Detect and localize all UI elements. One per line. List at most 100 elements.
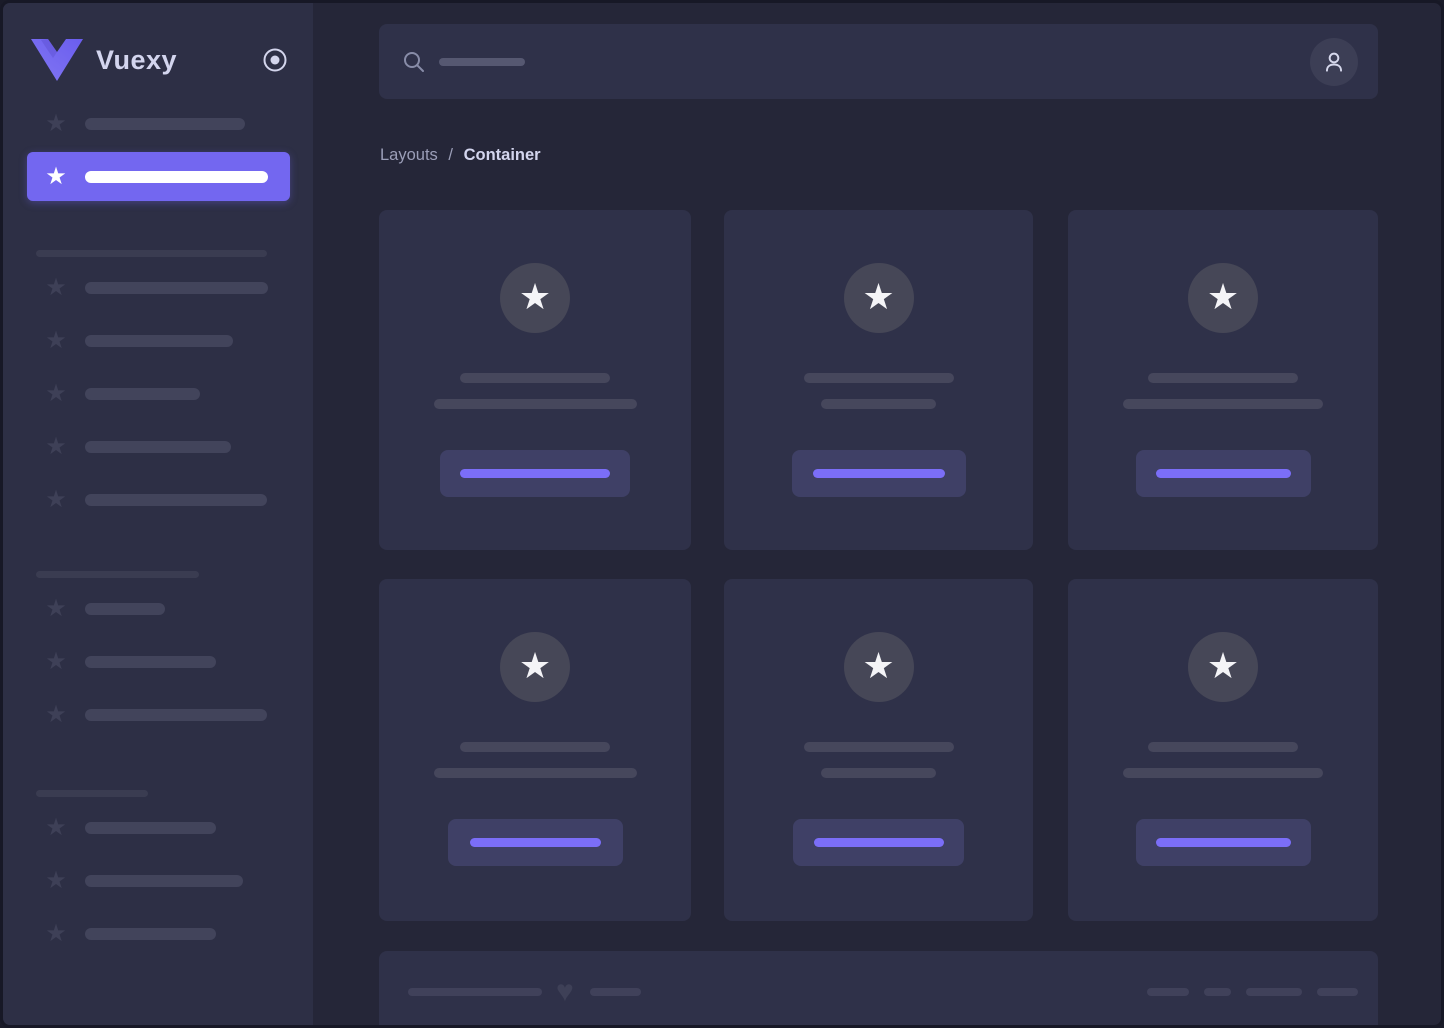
button-label-skeleton xyxy=(1155,469,1291,478)
sidebar-item[interactable]: ★ xyxy=(3,702,313,728)
star-icon: ★ xyxy=(862,644,895,686)
footer-card: ♥ xyxy=(379,951,1378,1025)
sidebar-item[interactable]: ★ xyxy=(3,649,313,675)
text-line-skeleton xyxy=(433,768,637,778)
card-action-button[interactable] xyxy=(1135,450,1311,497)
star-icon: ★ xyxy=(1206,644,1240,686)
footer-link-skeleton xyxy=(1317,988,1358,996)
avatar-circle: ★ xyxy=(1188,263,1258,333)
sidebar-item-skeleton xyxy=(85,928,216,940)
person-icon xyxy=(1325,52,1343,72)
text-line-skeleton xyxy=(1123,399,1323,409)
sidebar-item-skeleton xyxy=(85,875,243,887)
sidebar-item[interactable]: ★ xyxy=(3,275,313,301)
text-line-skeleton xyxy=(1123,768,1323,778)
breadcrumb: Layouts / Container xyxy=(380,146,541,165)
content-card: ★ xyxy=(379,579,691,921)
button-label-skeleton xyxy=(812,469,945,478)
avatar-circle: ★ xyxy=(500,632,570,702)
sidebar: Vuexy ★ ★ ★ ★ ★ ★ ★ ★ ★ ★ ★ ★ ★ xyxy=(3,3,313,1025)
heart-icon[interactable]: ♥ xyxy=(556,977,574,1007)
text-line-skeleton xyxy=(821,768,936,778)
star-icon: ★ xyxy=(518,644,552,686)
avatar-circle: ★ xyxy=(1188,632,1258,702)
sidebar-item-skeleton xyxy=(85,118,245,130)
button-label-skeleton xyxy=(469,838,601,847)
star-icon: ★ xyxy=(45,648,67,675)
content-card: ★ xyxy=(724,579,1033,921)
section-heading-skeleton xyxy=(36,790,148,797)
text-line-skeleton xyxy=(460,742,610,752)
star-icon: ★ xyxy=(862,275,895,317)
card-action-button[interactable] xyxy=(793,819,964,866)
sidebar-section: ★ ★ ★ xyxy=(3,571,313,755)
search-placeholder-skeleton xyxy=(439,57,525,66)
star-icon: ★ xyxy=(45,380,67,407)
breadcrumb-current: Container xyxy=(463,146,541,164)
content-card: ★ xyxy=(1068,210,1378,550)
breadcrumb-parent[interactable]: Layouts xyxy=(380,146,438,164)
footer-text-skeleton xyxy=(589,988,641,996)
sidebar-item[interactable]: ★ xyxy=(3,815,313,841)
footer-link-skeleton xyxy=(1246,988,1302,996)
star-icon: ★ xyxy=(45,274,67,301)
star-icon: ★ xyxy=(518,275,552,317)
avatar-circle: ★ xyxy=(843,632,914,702)
sidebar-item[interactable]: ★ xyxy=(3,868,313,894)
sidebar-item-skeleton xyxy=(85,388,200,400)
footer-link-skeleton xyxy=(1204,988,1231,996)
sidebar-item[interactable]: ★ xyxy=(3,381,313,407)
avatar-circle: ★ xyxy=(843,263,914,333)
user-avatar[interactable] xyxy=(1310,37,1358,86)
star-icon: ★ xyxy=(45,814,67,841)
text-line-skeleton xyxy=(460,373,610,383)
card-action-button[interactable] xyxy=(440,450,630,497)
menu-pin-toggle-icon[interactable] xyxy=(261,46,289,74)
content-card: ★ xyxy=(379,210,691,550)
breadcrumb-separator: / xyxy=(448,146,453,164)
sidebar-item[interactable]: ★ xyxy=(3,111,313,137)
text-line-skeleton xyxy=(803,373,954,383)
sidebar-item-skeleton xyxy=(85,170,268,183)
card-action-button[interactable] xyxy=(1135,819,1311,866)
button-label-skeleton xyxy=(813,838,944,847)
text-line-skeleton xyxy=(433,399,637,409)
sidebar-item-skeleton xyxy=(85,282,268,294)
card-action-button[interactable] xyxy=(791,450,966,497)
star-icon: ★ xyxy=(45,920,67,947)
sidebar-item[interactable]: ★ xyxy=(3,921,313,947)
star-icon: ★ xyxy=(1206,275,1240,317)
sidebar-item[interactable]: ★ xyxy=(3,434,313,460)
content-card: ★ xyxy=(1068,579,1378,921)
card-action-button[interactable] xyxy=(447,819,623,866)
star-icon: ★ xyxy=(45,595,67,622)
text-line-skeleton xyxy=(821,399,936,409)
sidebar-item[interactable]: ★ xyxy=(3,328,313,354)
text-line-skeleton xyxy=(1148,373,1298,383)
search-bar[interactable] xyxy=(379,24,1378,99)
app-window: Vuexy ★ ★ ★ ★ ★ ★ ★ ★ ★ ★ ★ ★ ★ Layouts … xyxy=(0,0,1444,1028)
button-label-skeleton xyxy=(460,469,610,478)
sidebar-item-active[interactable]: ★ xyxy=(27,152,290,201)
sidebar-item-skeleton xyxy=(85,656,216,668)
text-line-skeleton xyxy=(803,742,954,752)
sidebar-item-skeleton xyxy=(85,441,231,453)
sidebar-item-skeleton xyxy=(85,335,233,347)
sidebar-item-skeleton xyxy=(85,603,165,615)
sidebar-item[interactable]: ★ xyxy=(3,596,313,622)
sidebar-section: ★ ★ ★ xyxy=(3,790,313,974)
footer-text-skeleton xyxy=(408,988,542,996)
section-heading-skeleton xyxy=(36,250,267,257)
star-icon: ★ xyxy=(45,163,67,190)
search-icon xyxy=(402,50,426,74)
avatar-circle: ★ xyxy=(500,263,570,333)
sidebar-item[interactable]: ★ xyxy=(3,487,313,513)
star-icon: ★ xyxy=(45,867,67,894)
sidebar-item-skeleton xyxy=(85,709,267,721)
star-icon: ★ xyxy=(45,433,67,460)
star-icon: ★ xyxy=(45,327,67,354)
footer-link-skeleton xyxy=(1147,988,1189,996)
star-icon: ★ xyxy=(45,701,67,728)
section-heading-skeleton xyxy=(36,571,199,578)
vuexy-logo-icon[interactable] xyxy=(31,39,83,81)
